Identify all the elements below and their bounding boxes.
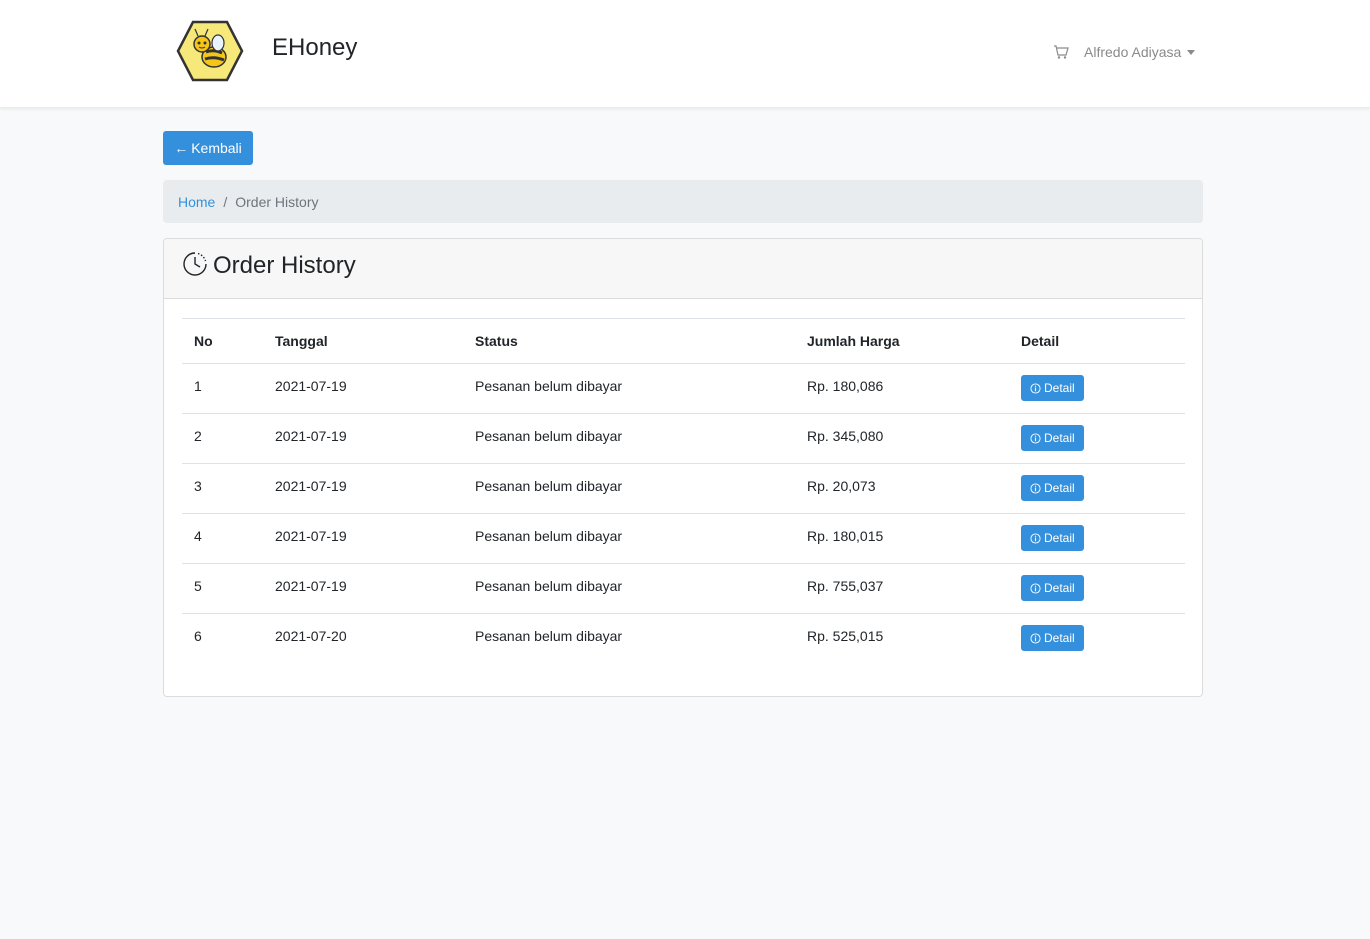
cell-date: 2021-07-19 xyxy=(263,413,463,464)
info-circle-icon xyxy=(1030,632,1041,644)
navbar: EHoney Alfredo Adiyasa xyxy=(0,0,1370,108)
order-history-table: No Tanggal Status Jumlah Harga Detail 1 … xyxy=(182,318,1185,664)
breadcrumb-home-link[interactable]: Home xyxy=(178,194,215,210)
cell-status: Pesanan belum dibayar xyxy=(463,463,795,514)
info-circle-icon xyxy=(1030,582,1041,594)
caret-down-icon xyxy=(1187,50,1196,55)
detail-button-label: Detail xyxy=(1044,531,1075,545)
column-header-no: No xyxy=(182,318,263,364)
info-circle-icon xyxy=(1030,432,1041,444)
detail-button-label: Detail xyxy=(1044,381,1075,395)
user-dropdown[interactable]: Alfredo Adiyasa xyxy=(1084,44,1196,60)
cell-no: 6 xyxy=(182,613,263,664)
card-title: Order History xyxy=(213,252,356,279)
cell-price: Rp. 180,015 xyxy=(795,513,1009,564)
table-row: 4 2021-07-19 Pesanan belum dibayar Rp. 1… xyxy=(182,513,1185,564)
detail-button-label: Detail xyxy=(1044,431,1075,445)
column-header-status: Status xyxy=(463,318,795,364)
card-header: Order History xyxy=(164,239,1202,299)
cell-detail: Detail xyxy=(1009,563,1185,614)
info-circle-icon xyxy=(1030,532,1041,544)
cell-no: 1 xyxy=(194,378,202,394)
order-history-card: Order History No Tanggal Status Jumlah H… xyxy=(163,238,1203,697)
arrow-left-icon: ← xyxy=(174,140,189,156)
breadcrumb-separator: / xyxy=(223,193,228,210)
cell-no: 4 xyxy=(182,513,263,564)
breadcrumb: Home / Order History xyxy=(163,180,1203,223)
cell-date: 2021-07-19 xyxy=(275,378,347,394)
cell-no: 5 xyxy=(182,563,263,614)
bee-hexagon-logo-icon[interactable] xyxy=(176,19,244,83)
cell-status: Pesanan belum dibayar xyxy=(463,413,795,464)
table-row: 1 2021-07-19 Pesanan belum dibayar Rp. 1… xyxy=(182,364,1185,414)
table-row: 5 2021-07-19 Pesanan belum dibayar Rp. 7… xyxy=(182,563,1185,614)
detail-button[interactable]: Detail xyxy=(1021,625,1084,651)
cell-price: Rp. 345,080 xyxy=(795,413,1009,464)
cell-date: 2021-07-19 xyxy=(263,563,463,614)
cell-status: Pesanan belum dibayar xyxy=(463,563,795,614)
cell-detail: Detail xyxy=(1009,364,1185,414)
cell-date: 2021-07-19 xyxy=(263,513,463,564)
info-circle-icon xyxy=(1030,382,1041,394)
brand-name[interactable]: EHoney xyxy=(272,34,357,62)
cell-status: Pesanan belum dibayar xyxy=(475,378,623,394)
user-name: Alfredo Adiyasa xyxy=(1084,44,1182,60)
back-button-label: Kembali xyxy=(191,140,242,156)
cell-price: Rp. 525,015 xyxy=(795,613,1009,664)
detail-button[interactable]: Detail xyxy=(1021,425,1084,451)
cart-icon[interactable] xyxy=(1053,44,1069,60)
cell-date: 2021-07-20 xyxy=(263,613,463,664)
detail-button[interactable]: Detail xyxy=(1021,375,1084,401)
cell-detail: Detail xyxy=(1009,613,1185,664)
cell-detail: Detail xyxy=(1009,463,1185,514)
cell-detail: Detail xyxy=(1009,513,1185,564)
column-header-date: Tanggal xyxy=(263,318,463,364)
table-row: 2 2021-07-19 Pesanan belum dibayar Rp. 3… xyxy=(182,413,1185,464)
cell-price: Rp. 20,073 xyxy=(795,463,1009,514)
cell-date: 2021-07-19 xyxy=(263,463,463,514)
column-header-detail: Detail xyxy=(1009,318,1185,364)
clock-icon xyxy=(183,252,207,276)
cell-no: 2 xyxy=(182,413,263,464)
table-header-row: No Tanggal Status Jumlah Harga Detail xyxy=(182,318,1185,364)
column-header-price: Jumlah Harga xyxy=(795,318,1009,364)
detail-button-label: Detail xyxy=(1044,631,1075,645)
cell-status: Pesanan belum dibayar xyxy=(463,513,795,564)
detail-button-label: Detail xyxy=(1044,581,1075,595)
detail-button[interactable]: Detail xyxy=(1021,575,1084,601)
cell-price: Rp. 755,037 xyxy=(795,563,1009,614)
info-circle-icon xyxy=(1030,482,1041,494)
table-row: 6 2021-07-20 Pesanan belum dibayar Rp. 5… xyxy=(182,613,1185,664)
cell-no: 3 xyxy=(182,463,263,514)
cell-status: Pesanan belum dibayar xyxy=(463,613,795,664)
detail-button[interactable]: Detail xyxy=(1021,475,1084,501)
detail-button[interactable]: Detail xyxy=(1021,525,1084,551)
cell-price: Rp. 180,086 xyxy=(807,378,884,394)
back-button[interactable]: ← Kembali xyxy=(163,131,253,165)
table-row: 3 2021-07-19 Pesanan belum dibayar Rp. 2… xyxy=(182,463,1185,514)
breadcrumb-current: Order History xyxy=(235,193,319,210)
cell-detail: Detail xyxy=(1009,413,1185,464)
detail-button-label: Detail xyxy=(1044,481,1075,495)
